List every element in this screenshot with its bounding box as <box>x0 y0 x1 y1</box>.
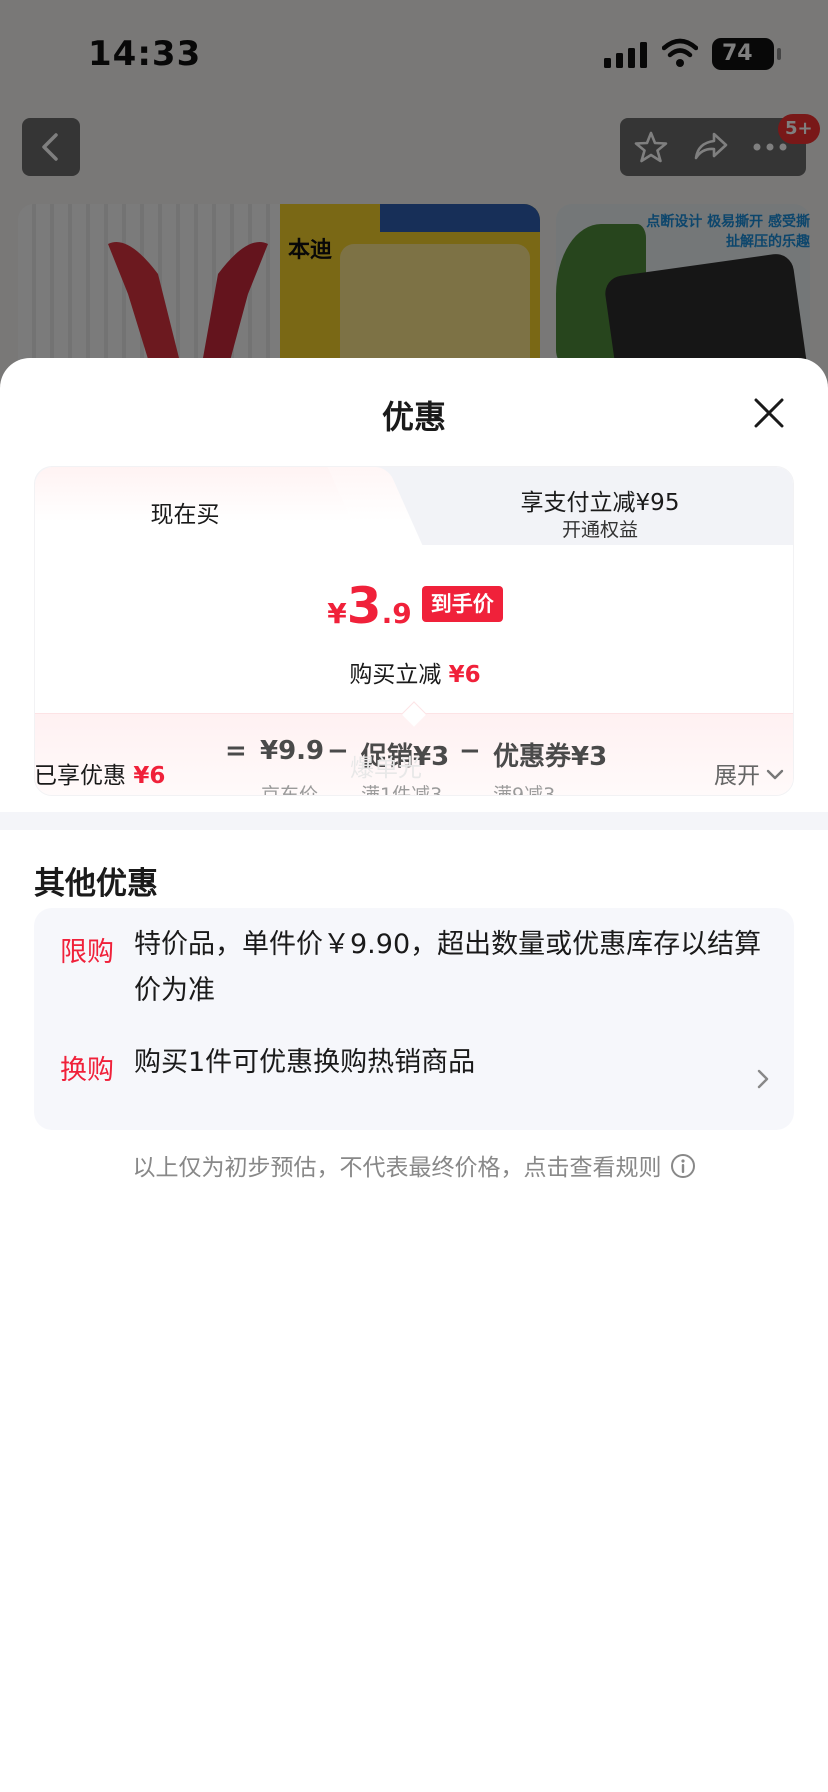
info-icon[interactable] <box>670 1153 696 1179</box>
price-integer: 3 <box>346 577 382 635</box>
offer-exchange-text: 购买1件可优惠换购热销商品 <box>134 1047 476 1078</box>
enjoyed-amount: ¥6 <box>133 763 166 789</box>
expand-label: 展开 <box>714 763 760 789</box>
sheet-title: 优惠 <box>381 398 446 436</box>
dim-overlay[interactable] <box>0 0 828 420</box>
watermark-text: 爆单光 <box>350 754 422 782</box>
offer-limit-tag: 限购 <box>60 937 114 968</box>
reduce-amount: ¥6 <box>448 662 481 688</box>
tab-buy-now-label: 现在买 <box>150 502 220 528</box>
formula-coupon: 优惠券¥3 <box>493 742 608 772</box>
formula-minus-1: − <box>327 736 349 766</box>
disclaimer-text: 以上仅为初步预估，不代表最终价格，点击查看规则 <box>132 1155 662 1181</box>
final-price: ¥3.9 到手价 <box>35 577 793 635</box>
product-page-background: 14:33 74 5+ 本迪 点断设计 极易撕开 感受撕 <box>0 0 828 420</box>
formula-minus-2: − <box>459 736 481 766</box>
price-card: 现在买 享支付立减¥95 开通权益 ¥3.9 到手价 购买立减 ¥6 = ¥9.9… <box>34 466 794 796</box>
offer-limit-text: 特价品，单件价￥9.90，超出数量或优惠库存以结算价为准 <box>134 929 762 1006</box>
discount-sheet: 优惠 现在买 享支付立减¥95 开通权益 ¥3.9 到手价 购买立减 ¥6 = ¥… <box>0 358 828 1792</box>
chevron-right-icon[interactable] <box>756 1068 770 1090</box>
section-divider <box>0 812 828 830</box>
expand-button[interactable]: 展开 <box>714 756 784 790</box>
formula-base-label: 京东价 <box>261 784 319 796</box>
price-decimal: .9 <box>381 597 412 630</box>
offer-exchange-tag: 换购 <box>60 1055 114 1086</box>
final-price-badge: 到手价 <box>421 586 503 622</box>
formula-coupon-label: 满9减3 <box>493 784 556 796</box>
other-discounts-panel: 限购 特价品，单件价￥9.90，超出数量或优惠库存以结算价为准 换购 购买1件可… <box>34 908 794 1130</box>
chevron-down-icon <box>766 769 784 780</box>
tab-strip: 现在买 享支付立减¥95 开通权益 <box>35 467 793 545</box>
formula-equals: = <box>225 736 247 766</box>
tab-pay-discount[interactable]: 享支付立减¥95 <box>415 483 785 517</box>
tab-pay-discount-sub: 开通权益 <box>561 519 638 541</box>
enjoyed-discount: 已享优惠 ¥6 <box>34 756 165 790</box>
reduce-line: 购买立减 ¥6 <box>35 655 793 689</box>
reduce-label: 购买立减 <box>349 662 442 688</box>
formula-base-price: ¥9.9 <box>260 736 325 766</box>
price-currency: ¥ <box>327 597 347 630</box>
enjoyed-label: 已享优惠 <box>34 763 126 789</box>
rules-disclaimer[interactable]: 以上仅为初步预估，不代表最终价格，点击查看规则 <box>0 1148 828 1182</box>
close-icon[interactable] <box>752 396 786 430</box>
other-discounts-title: 其他优惠 <box>34 866 158 902</box>
